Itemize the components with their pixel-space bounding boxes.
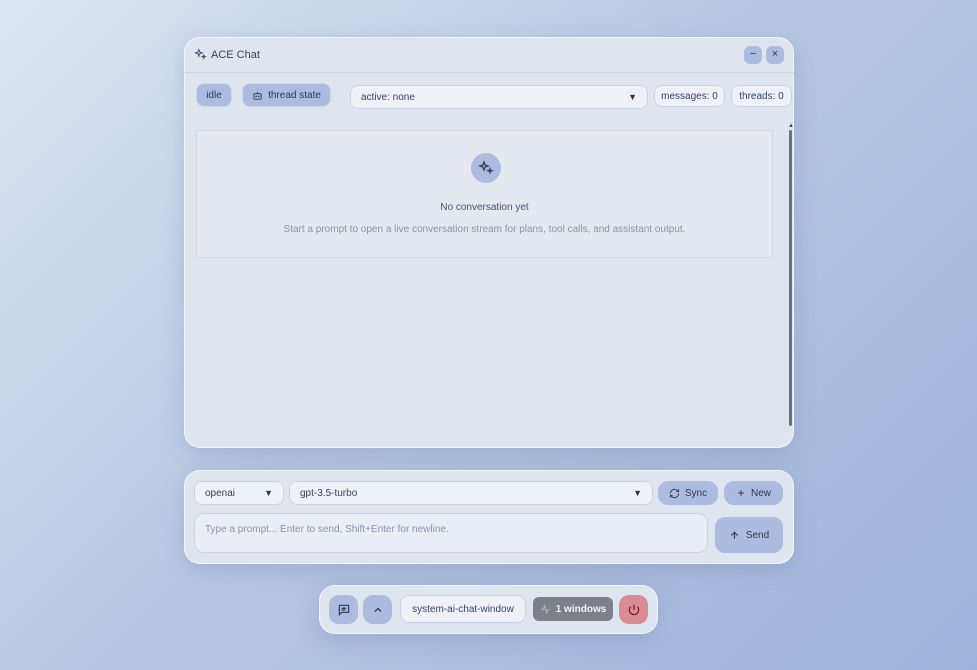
windows-count-badge[interactable]: 1 windows <box>533 597 613 621</box>
thread-state-label: thread state <box>268 89 321 101</box>
thread-state-button[interactable]: thread state <box>242 83 331 107</box>
chevron-up-icon <box>372 604 384 616</box>
new-button[interactable]: New <box>724 481 783 505</box>
active-thread-value: active: none <box>361 91 415 103</box>
robot-icon <box>252 90 263 101</box>
chevron-down-icon: ▼ <box>264 488 273 498</box>
threads-count: threads: 0 <box>731 85 792 107</box>
window-title: ACE Chat <box>211 48 260 61</box>
messages-count: messages: 0 <box>654 85 725 107</box>
sparkles-icon <box>471 153 501 183</box>
composer-panel: openai ▼ gpt-3.5-turbo ▼ Sync New Type a… <box>184 470 794 564</box>
model-value: gpt-3.5-turbo <box>300 487 358 499</box>
minimize-button[interactable]: − <box>744 45 762 64</box>
chat-window: ACE Chat − × idle thread state active: n… <box>184 37 794 448</box>
chevron-down-icon: ▼ <box>633 488 642 498</box>
power-icon <box>627 603 641 617</box>
active-thread-select[interactable]: active: none ▼ <box>350 85 648 109</box>
empty-state-title: No conversation yet <box>440 202 529 213</box>
conversation-area: No conversation yet Start a prompt to op… <box>196 130 773 258</box>
scrollbar[interactable] <box>789 130 792 426</box>
dock: system-ai-chat-window 1 windows <box>319 585 658 634</box>
sync-button[interactable]: Sync <box>658 481 718 505</box>
power-button[interactable] <box>619 595 648 624</box>
expand-dock-button[interactable] <box>363 595 392 624</box>
toolbar: idle thread state active: none ▼ message… <box>196 83 792 109</box>
titlebar[interactable]: ACE Chat − × <box>184 37 794 73</box>
model-select[interactable]: gpt-3.5-turbo ▼ <box>289 481 653 505</box>
sync-label: Sync <box>684 487 708 499</box>
chat-dock-button[interactable] <box>329 595 358 624</box>
chevron-down-icon: ▼ <box>628 92 637 102</box>
new-label: New <box>750 487 771 499</box>
empty-state-subtitle: Start a prompt to open a live conversati… <box>283 224 686 235</box>
send-button[interactable]: Send <box>715 517 783 553</box>
prompt-input[interactable]: Type a prompt... Enter to send, Shift+En… <box>194 513 708 553</box>
provider-select[interactable]: openai ▼ <box>194 481 284 505</box>
status-badge: idle <box>196 83 232 107</box>
provider-value: openai <box>205 487 236 499</box>
send-label: Send <box>745 529 770 541</box>
close-button[interactable]: × <box>766 45 784 64</box>
sparkles-icon <box>194 48 207 61</box>
plus-icon <box>736 488 746 498</box>
chat-icon <box>337 603 351 617</box>
scroll-up-icon[interactable]: ▲ <box>788 123 794 129</box>
windows-count-label: 1 windows <box>555 603 607 615</box>
active-window-label[interactable]: system-ai-chat-window <box>400 595 526 623</box>
activity-icon <box>540 603 551 615</box>
arrow-up-icon <box>729 530 740 541</box>
refresh-icon <box>669 488 680 499</box>
